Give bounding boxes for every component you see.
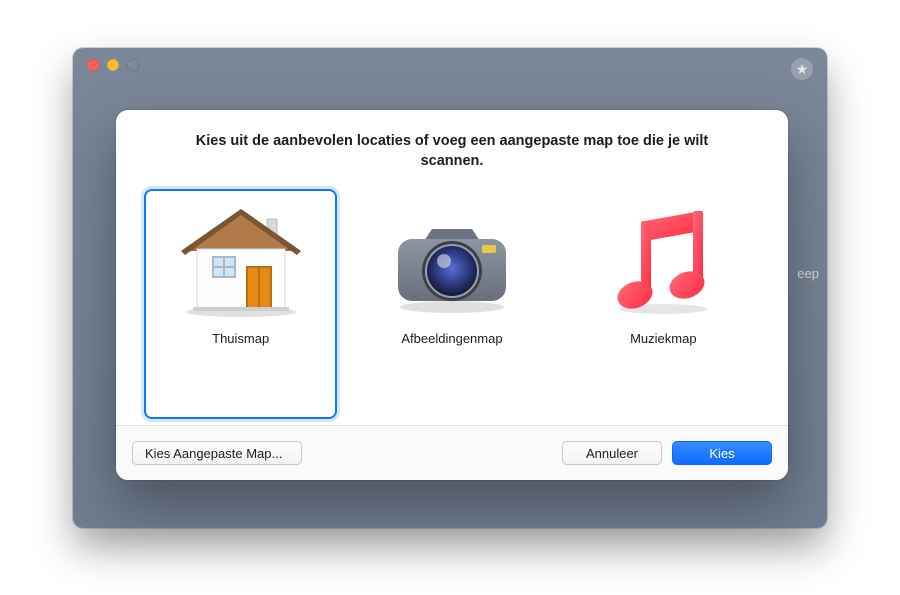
location-options: Thuismap bbox=[116, 181, 788, 425]
dialog-footer: Kies Aangepaste Map... Annuleer Kies bbox=[116, 425, 788, 480]
zoom-window-button[interactable] bbox=[127, 59, 139, 71]
star-icon: ★ bbox=[791, 58, 813, 80]
option-label: Thuismap bbox=[212, 331, 269, 346]
house-icon bbox=[166, 203, 316, 323]
option-music-folder[interactable]: Muziekmap bbox=[567, 189, 760, 419]
window-controls bbox=[87, 59, 139, 71]
option-home-folder[interactable]: Thuismap bbox=[144, 189, 337, 419]
cancel-button[interactable]: Annuleer bbox=[562, 441, 662, 465]
close-window-button[interactable] bbox=[87, 59, 99, 71]
camera-icon bbox=[377, 203, 527, 323]
option-label: Muziekmap bbox=[630, 331, 696, 346]
background-text-fragment: eep bbox=[797, 266, 819, 281]
scan-location-dialog: Kies uit de aanbevolen locaties of voeg … bbox=[116, 110, 788, 480]
choose-custom-folder-button[interactable]: Kies Aangepaste Map... bbox=[132, 441, 302, 465]
option-pictures-folder[interactable]: Afbeeldingenmap bbox=[355, 189, 548, 419]
minimize-window-button[interactable] bbox=[107, 59, 119, 71]
option-label: Afbeeldingenmap bbox=[401, 331, 502, 346]
choose-button[interactable]: Kies bbox=[672, 441, 772, 465]
dialog-title: Kies uit de aanbevolen locaties of voeg … bbox=[116, 110, 788, 181]
music-note-icon bbox=[588, 203, 738, 323]
